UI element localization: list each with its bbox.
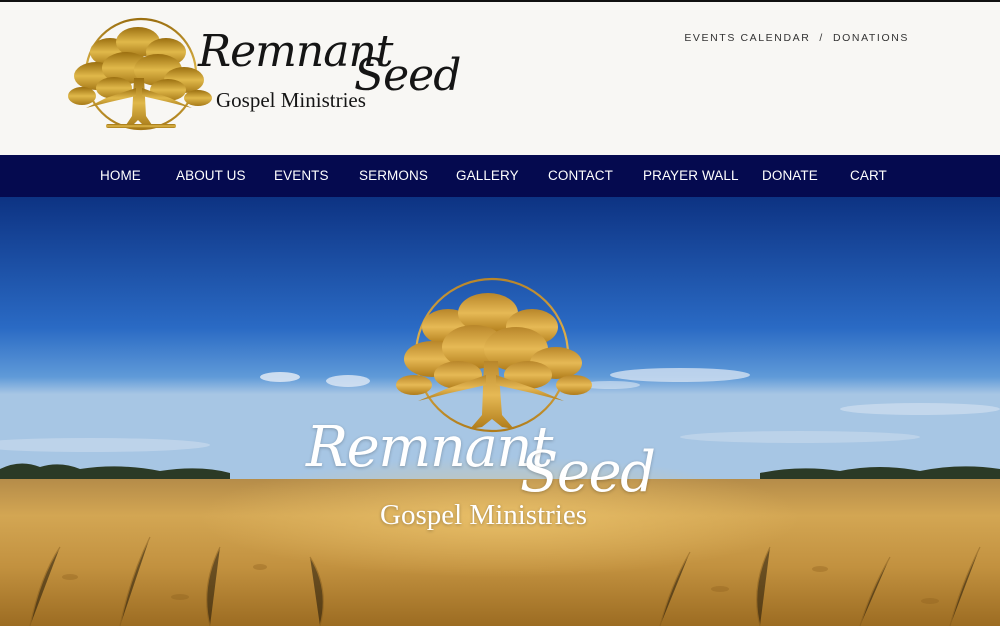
nav-link-sermons[interactable]: SERMONS [359, 168, 428, 183]
nav-link-donate[interactable]: DONATE [762, 168, 818, 183]
main-navigation: HOME ABOUT US EVENTS SERMONS GALLERY CON… [0, 155, 1000, 197]
hero-subtitle: Gospel Ministries [380, 499, 588, 531]
donations-link[interactable]: DONATIONS [833, 32, 909, 44]
hero-banner: Remnant Seed Gospel Ministries [0, 197, 1000, 626]
nav-link-gallery[interactable]: GALLERY [456, 168, 519, 183]
nav-link-about-us[interactable]: ABOUT US [176, 168, 246, 183]
nav-link-home[interactable]: HOME [100, 168, 141, 183]
nav-item-sermons: SERMONS [359, 155, 428, 197]
nav-item-cart: CART [850, 155, 887, 197]
nav-link-contact[interactable]: CONTACT [548, 168, 613, 183]
events-calendar-link[interactable]: EVENTS CALENDAR [684, 32, 810, 44]
hero-wordmark-remnant: Remnant [306, 415, 553, 480]
gold-tree-icon [68, 17, 212, 131]
nav-item-donate: DONATE [762, 155, 818, 197]
nav-item-events: EVENTS [274, 155, 329, 197]
utility-links-separator: / [819, 32, 824, 44]
nav-item-gallery: GALLERY [456, 155, 519, 197]
nav-link-cart[interactable]: CART [850, 168, 887, 183]
nav-item-prayer-wall: PRAYER WALL [643, 155, 739, 197]
nav-item-about-us: ABOUT US [176, 155, 246, 197]
nav-item-contact: CONTACT [548, 155, 613, 197]
utility-links: EVENTS CALENDAR / DONATIONS [684, 32, 909, 44]
site-logo[interactable]: Remnant Seed Gospel Ministries [66, 16, 486, 142]
logo-wordmark-seed: Seed [354, 50, 461, 101]
nav-item-home: HOME [100, 155, 141, 197]
nav-link-prayer-wall[interactable]: PRAYER WALL [643, 168, 739, 183]
nav-link-events[interactable]: EVENTS [274, 168, 329, 183]
hero-wordmark-seed: Seed [520, 440, 656, 505]
logo-subtitle: Gospel Ministries [216, 88, 366, 112]
site-header: Remnant Seed Gospel Ministries EVENTS CA… [0, 2, 1000, 155]
